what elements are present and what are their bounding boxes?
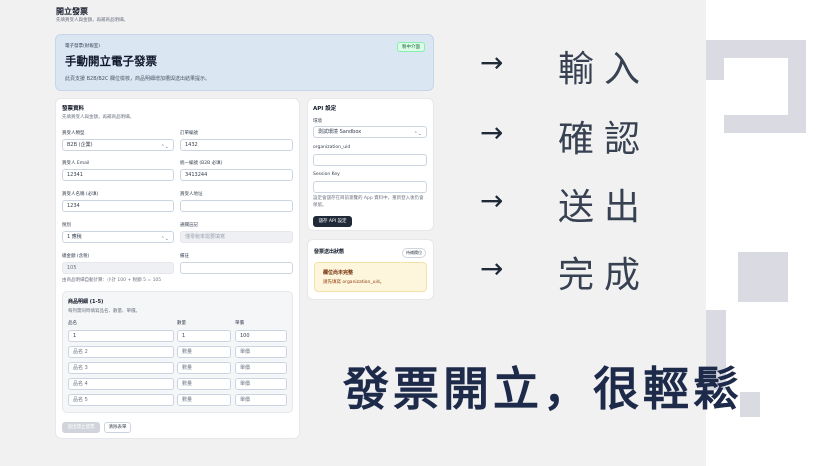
slogan: 發票開立，很輕鬆	[343, 362, 743, 416]
item-qty-input[interactable]: 數量	[177, 346, 231, 358]
step-complete: → 完成	[480, 246, 700, 296]
buyer-address-input[interactable]	[180, 200, 293, 212]
item-name-input[interactable]: 品名 3	[68, 362, 174, 374]
item-name-input[interactable]: 1	[68, 330, 174, 342]
warning-title: 欄位尚未完整	[323, 270, 354, 276]
item-price-input[interactable]: 單價	[235, 346, 287, 358]
step-input: → 輸入	[480, 40, 700, 90]
status-badge: 製中介面	[397, 42, 425, 52]
item-price-input[interactable]: 單價	[235, 362, 287, 374]
decorative-bar	[706, 40, 724, 80]
api-settings-hint: 設定會儲存在目前瀏覽的 App 資料中，重新登入後仍會保留。	[313, 196, 424, 208]
page-title: 開立發票	[56, 7, 88, 16]
note-label: 備註	[180, 254, 189, 259]
order-no-label: 訂單編號	[180, 131, 198, 136]
decorative-bar	[724, 40, 806, 58]
warning-box: 欄位尚未完整 請先填寫 organization_uid。	[314, 262, 427, 292]
arrow-right-icon: →	[480, 184, 504, 217]
item-name-input[interactable]: 品名 4	[68, 378, 174, 390]
buyer-address-label: 買受人地址	[180, 192, 203, 197]
chevron-updown-icon: ⌃⌄	[160, 144, 169, 150]
send-status-title: 發票送出狀態	[314, 249, 345, 255]
buyer-email-label: 買受人 Email	[62, 161, 90, 166]
tax-id-input[interactable]: 3413244	[180, 169, 293, 181]
arrow-right-icon: →	[480, 46, 504, 79]
item-name-input[interactable]: 品名 5	[68, 394, 174, 406]
save-api-settings-button[interactable]: 儲存 API 設定	[313, 216, 352, 227]
item-qty-input[interactable]: 數量	[177, 378, 231, 390]
tax-type-value: 1 應稅	[67, 234, 82, 240]
org-uid-input[interactable]	[313, 154, 427, 166]
items-header-name: 品名	[68, 321, 77, 326]
items-panel-hint: 每列需同時填寫品名、數量、單價。	[68, 309, 140, 314]
send-status-card: 發票送出狀態 待補欄位 欄位尚未完整 請先填寫 organization_uid…	[307, 239, 434, 300]
chevron-updown-icon: ⌃⌄	[413, 131, 422, 137]
tax-id-label: 統一編號 (B2B 必填)	[180, 161, 223, 166]
hero-description: 此頁支援 B2B/B2C 欄位檢核，商品明細增加槽與送出結果提示。	[65, 76, 211, 82]
carrier-input: 僅零稅率需要填寫	[180, 231, 293, 243]
decorative-bar	[788, 58, 806, 133]
status-badge: 待補欄位	[402, 248, 426, 258]
items-panel-title: 商品明細 (1-5)	[68, 299, 104, 305]
item-name-input[interactable]: 品名 2	[68, 346, 174, 358]
tax-type-select[interactable]: 1 應稅 ⌃⌄	[62, 231, 174, 243]
carrier-label: 通關註記	[180, 223, 198, 228]
item-qty-input[interactable]: 1	[177, 330, 231, 342]
hero-eyebrow: 電子發票(財報室)	[65, 44, 101, 49]
item-price-input[interactable]: 單價	[235, 394, 287, 406]
buyer-name-input[interactable]: 1234	[62, 200, 174, 212]
hero-banner: 電子發票(財報室) 手動開立電子發票 此頁支援 B2B/B2C 欄位檢核，商品明…	[55, 34, 434, 91]
item-qty-input[interactable]: 數量	[177, 362, 231, 374]
note-input[interactable]	[180, 262, 293, 274]
arrow-right-icon: →	[480, 116, 504, 149]
buyer-type-value: B2B (企業)	[67, 142, 93, 148]
page-subtitle: 先填買受人與金額，再補商品明細。	[56, 18, 128, 23]
invoice-form-title: 發票資料	[62, 106, 85, 112]
decorative-bar	[740, 392, 760, 417]
total-label: 總金額 (含稅)	[62, 254, 90, 259]
step-label: 輸入	[558, 49, 651, 90]
item-qty-input[interactable]: 數量	[177, 394, 231, 406]
buyer-email-input[interactable]: 12341	[62, 169, 174, 181]
tax-type-label: 稅別	[62, 223, 71, 228]
buyer-type-select[interactable]: B2B (企業) ⌃⌄	[62, 139, 174, 151]
buyer-type-label: 買受人類型	[62, 131, 85, 136]
org-uid-label: organization_uid	[313, 145, 351, 150]
env-label: 環境	[313, 119, 322, 124]
step-label: 完成	[558, 255, 651, 296]
warning-description: 請先填寫 organization_uid。	[323, 280, 385, 285]
buyer-name-label: 買受人名稱 (必填)	[62, 192, 99, 197]
env-select[interactable]: 測試環境 Sandbox ⌃⌄	[313, 126, 427, 138]
item-price-input[interactable]: 單價	[235, 378, 287, 390]
hero-title: 手動開立電子發票	[65, 54, 157, 68]
order-no-input[interactable]: 1432	[180, 139, 293, 151]
arrow-right-icon: →	[480, 252, 504, 285]
session-key-label: Session Key	[313, 172, 340, 177]
invoice-form-hint: 先填買受人與金額，再補商品明細。	[62, 115, 134, 120]
calc-note: 由商品明細自動計算：小計 100 + 稅額 5 = 105	[62, 278, 162, 283]
step-send: → 送出	[480, 178, 700, 228]
item-price-input[interactable]: 100	[235, 330, 287, 342]
step-label: 送出	[558, 187, 651, 228]
step-label: 確認	[558, 119, 651, 160]
decorative-bar	[738, 252, 788, 302]
chevron-updown-icon: ⌃⌄	[160, 236, 169, 242]
step-confirm: → 確認	[480, 110, 700, 160]
items-header-price: 單價	[235, 321, 244, 326]
clear-form-button[interactable]: 清除表單	[104, 422, 131, 433]
total-input: 105	[62, 262, 174, 274]
submit-invoice-button[interactable]: 送出開立發票	[62, 422, 100, 433]
items-header-qty: 數量	[177, 321, 186, 326]
session-key-input[interactable]	[313, 181, 427, 193]
api-settings-title: API 設定	[313, 106, 337, 112]
env-value: 測試環境 Sandbox	[318, 129, 362, 135]
